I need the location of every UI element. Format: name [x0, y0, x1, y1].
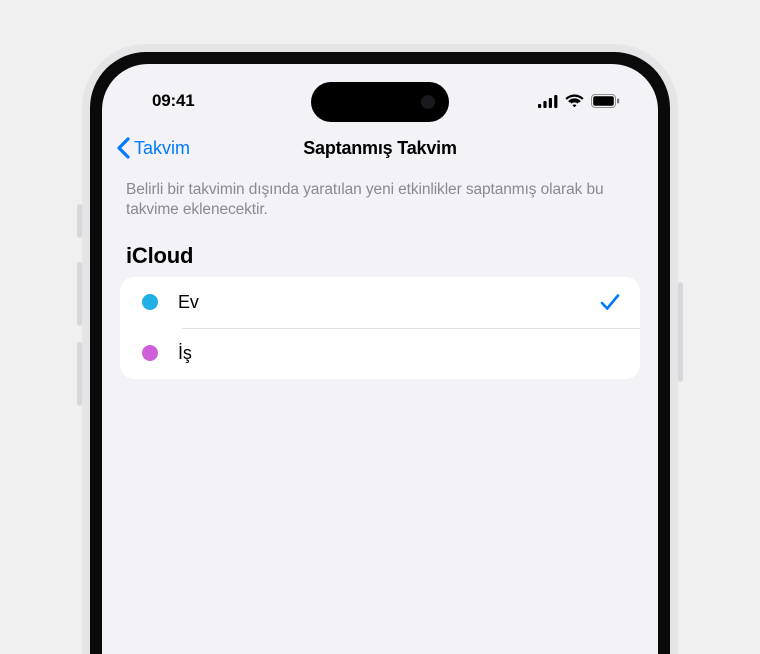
side-button [77, 204, 82, 238]
volume-down-button [77, 342, 82, 406]
calendar-row-label: Ev [178, 292, 580, 313]
status-bar: 09:41 [102, 64, 658, 124]
back-label: Takvim [134, 138, 190, 159]
chevron-left-icon [116, 137, 130, 159]
calendar-list: Ev İş [120, 277, 640, 379]
battery-icon [591, 94, 620, 108]
wifi-icon [565, 94, 584, 108]
checkmark-icon [600, 292, 620, 312]
cellular-signal-icon [538, 95, 558, 108]
phone-bezel: 09:41 [90, 52, 670, 654]
calendar-row-label: İş [178, 343, 620, 364]
page-title: Saptanmış Takvim [303, 138, 457, 159]
volume-up-button [77, 262, 82, 326]
section-header: iCloud [102, 237, 658, 277]
calendar-row-home[interactable]: Ev [120, 277, 640, 328]
back-button[interactable]: Takvim [116, 137, 190, 159]
status-icons [538, 94, 622, 108]
calendar-row-work[interactable]: İş [120, 328, 640, 379]
calendar-color-dot [142, 345, 158, 361]
phone-frame: 09:41 [82, 44, 678, 654]
section-description: Belirli bir takvimin dışında yaratılan y… [102, 172, 658, 237]
screen: 09:41 [102, 64, 658, 654]
calendar-color-dot [142, 294, 158, 310]
power-button [678, 282, 683, 382]
navigation-bar: Takvim Saptanmış Takvim [102, 124, 658, 172]
status-time: 09:41 [138, 91, 194, 111]
